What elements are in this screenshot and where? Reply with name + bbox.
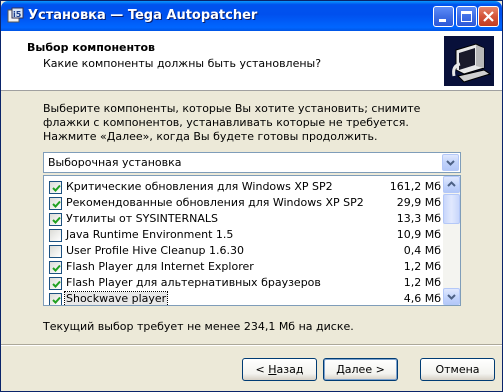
component-checkbox[interactable] xyxy=(49,293,62,305)
component-size: 0,4 Мб xyxy=(403,244,441,257)
components-scrollbar[interactable] xyxy=(443,176,460,305)
component-checkbox[interactable] xyxy=(49,197,62,210)
component-row[interactable]: Рекомендованные обновления для Windows X… xyxy=(44,195,444,211)
checkmark-icon xyxy=(52,184,61,192)
component-label: Java Runtime Environment 1.5 xyxy=(66,228,234,241)
next-button[interactable]: Далее > xyxy=(323,358,398,381)
back-accel: Н xyxy=(268,363,277,376)
component-row[interactable]: Java Runtime Environment 1.5 10,9 Мб xyxy=(44,227,444,243)
component-checkbox[interactable] xyxy=(49,229,62,242)
checkmark-icon xyxy=(52,264,61,272)
component-size: 1,2 Мб xyxy=(403,276,441,289)
component-row[interactable]: Flash Player для Internet Explorer 1,2 Мб xyxy=(44,259,444,275)
scroll-down-button[interactable] xyxy=(443,288,460,305)
cancel-button[interactable]: Отмена xyxy=(420,358,495,381)
component-size: 1,2 Мб xyxy=(403,260,441,273)
component-label: User Profile Hive Cleanup 1.6.30 xyxy=(66,244,245,257)
close-icon xyxy=(483,11,494,22)
component-label: Flash Player для альтернативных браузеро… xyxy=(66,276,321,289)
svg-text:i5: i5 xyxy=(13,10,22,19)
component-row[interactable]: Flash Player для альтернативных браузеро… xyxy=(44,275,444,291)
component-row[interactable]: Утилиты от SYSINTERNALS 13,3 Мб xyxy=(44,211,444,227)
checkmark-icon xyxy=(52,200,61,208)
component-label: Shockwave player xyxy=(63,291,169,305)
component-label: Утилиты от SYSINTERNALS xyxy=(66,212,218,225)
page-subtitle: Какие компоненты должны быть установлены… xyxy=(43,57,322,70)
computer-icon xyxy=(444,36,494,86)
instructions-text: Выберите компоненты, которые Вы хотите у… xyxy=(43,102,421,143)
component-checkbox[interactable] xyxy=(49,213,62,226)
component-size: 10,9 Мб xyxy=(396,228,441,241)
title-bar[interactable]: i5 Установка — Tega Autopatcher xyxy=(1,1,502,31)
installer-window: i5 Установка — Tega Autopatcher Выбор ко… xyxy=(0,0,503,392)
installer-icon: i5 xyxy=(7,7,24,23)
component-label: Критические обновления для Windows XP SP… xyxy=(66,180,333,193)
back-label: азад xyxy=(276,363,304,376)
component-size: 13,3 Мб xyxy=(396,212,441,225)
component-checkbox[interactable] xyxy=(49,245,62,258)
bottom-divider xyxy=(1,344,502,346)
component-row[interactable]: Критические обновления для Windows XP SP… xyxy=(44,179,444,195)
cancel-label: Отмена xyxy=(435,363,480,376)
arrow-down-icon xyxy=(447,294,456,300)
scroll-thumb[interactable] xyxy=(443,194,460,224)
minimize-button[interactable] xyxy=(433,6,454,27)
checkmark-icon xyxy=(52,280,61,288)
component-checkbox[interactable] xyxy=(49,261,62,274)
maximize-button[interactable] xyxy=(456,6,477,27)
install-type-select[interactable]: Выборочная установка xyxy=(43,152,461,173)
component-label: Рекомендованные обновления для Windows X… xyxy=(66,196,364,209)
component-row[interactable]: Shockwave player 4,6 Мб xyxy=(44,291,444,305)
component-size: 29,9 Мб xyxy=(396,196,441,209)
back-button[interactable]: < Назад xyxy=(242,358,317,381)
next-label: алее > xyxy=(344,363,385,376)
component-checkbox[interactable] xyxy=(49,277,62,290)
scroll-up-button[interactable] xyxy=(443,176,460,193)
chevron-down-icon xyxy=(446,160,455,166)
wizard-header: Выбор компонентов Какие компоненты должн… xyxy=(1,31,502,91)
component-label: Flash Player для Internet Explorer xyxy=(66,260,254,273)
maximize-icon xyxy=(461,11,472,22)
component-size: 4,6 Мб xyxy=(403,292,441,305)
checkmark-icon xyxy=(52,216,61,224)
checkmark-icon xyxy=(52,296,61,304)
window-title: Установка — Tega Autopatcher xyxy=(28,8,258,23)
install-type-value: Выборочная установка xyxy=(48,156,182,169)
page-title: Выбор компонентов xyxy=(27,41,155,54)
components-list[interactable]: Критические обновления для Windows XP SP… xyxy=(43,175,461,306)
component-row[interactable]: User Profile Hive Cleanup 1.6.30 0,4 Мб xyxy=(44,243,444,259)
disk-requirement-text: Текущий выбор требует не менее 234,1 Мб … xyxy=(43,320,354,333)
next-accel: Д xyxy=(336,363,345,376)
arrow-up-icon xyxy=(447,181,456,187)
component-size: 161,2 Мб xyxy=(389,180,441,193)
close-button[interactable] xyxy=(478,6,499,27)
combo-dropdown-button[interactable] xyxy=(442,154,459,171)
back-prefix: < xyxy=(255,363,269,376)
component-checkbox[interactable] xyxy=(49,181,62,194)
minimize-icon xyxy=(439,19,446,22)
